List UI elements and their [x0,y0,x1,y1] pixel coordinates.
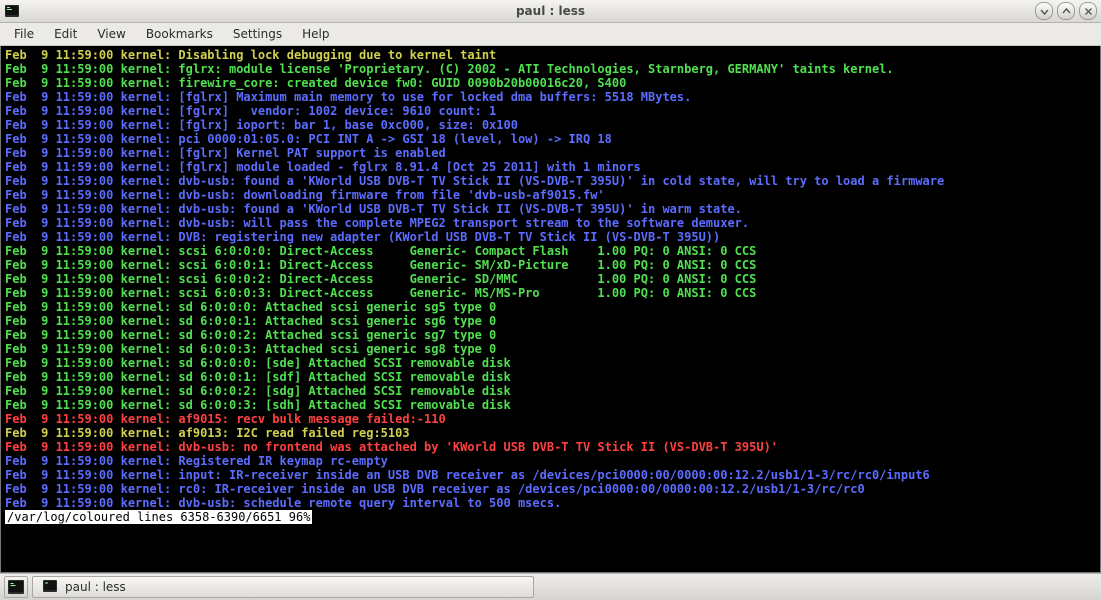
log-line: Feb 9 11:59:00 kernel: dvb-usb: found a … [5,174,1096,188]
menu-help[interactable]: Help [292,25,339,43]
log-line: Feb 9 11:59:00 kernel: sd 6:0:0:3: Attac… [5,342,1096,356]
app-window: paul : less File Edit View Bookmarks Set… [0,0,1101,600]
log-line: Feb 9 11:59:00 kernel: af9015: recv bulk… [5,412,1096,426]
terminal-view[interactable]: Feb 9 11:59:00 kernel: Disabling lock de… [0,46,1101,573]
taskbar-entry-label: paul : less [65,580,126,594]
log-line: Feb 9 11:59:00 kernel: dvb-usb: found a … [5,202,1096,216]
terminal-icon [43,580,57,594]
app-icon [4,3,20,19]
log-line: Feb 9 11:59:00 kernel: dvb-usb: no front… [5,440,1096,454]
window-title: paul : less [0,4,1101,18]
log-line: Feb 9 11:59:00 kernel: DVB: registering … [5,230,1096,244]
menu-edit[interactable]: Edit [44,25,87,43]
log-line: Feb 9 11:59:00 kernel: sd 6:0:0:0: [sde]… [5,356,1096,370]
minimize-button[interactable] [1035,2,1053,20]
log-line: Feb 9 11:59:00 kernel: [fglrx] Maximum m… [5,90,1096,104]
taskbar: paul : less [0,573,1101,600]
taskbar-terminal-launcher[interactable] [4,576,28,598]
window-controls [1035,2,1097,20]
log-line: Feb 9 11:59:00 kernel: scsi 6:0:0:3: Dir… [5,286,1096,300]
log-line: Feb 9 11:59:00 kernel: scsi 6:0:0:2: Dir… [5,272,1096,286]
log-line: Feb 9 11:59:00 kernel: [fglrx] vendor: 1… [5,104,1096,118]
log-line: Feb 9 11:59:00 kernel: input: IR-receive… [5,468,1096,482]
log-line: Feb 9 11:59:00 kernel: dvb-usb: schedule… [5,496,1096,510]
maximize-button[interactable] [1057,2,1075,20]
menu-file[interactable]: File [4,25,44,43]
log-line: Feb 9 11:59:00 kernel: [fglrx] Kernel PA… [5,146,1096,160]
log-line: Feb 9 11:59:00 kernel: Disabling lock de… [5,48,1096,62]
taskbar-entry[interactable]: paul : less [32,576,534,598]
log-line: Feb 9 11:59:00 kernel: dvb-usb: will pas… [5,216,1096,230]
log-line: Feb 9 11:59:00 kernel: sd 6:0:0:2: [sdg]… [5,384,1096,398]
log-line: Feb 9 11:59:00 kernel: sd 6:0:0:1: [sdf]… [5,370,1096,384]
log-line: Feb 9 11:59:00 kernel: Registered IR key… [5,454,1096,468]
log-line: Feb 9 11:59:00 kernel: firewire_core: cr… [5,76,1096,90]
log-line: Feb 9 11:59:00 kernel: sd 6:0:0:1: Attac… [5,314,1096,328]
log-line: Feb 9 11:59:00 kernel: pci 0000:01:05.0:… [5,132,1096,146]
log-line: Feb 9 11:59:00 kernel: sd 6:0:0:0: Attac… [5,300,1096,314]
menubar: File Edit View Bookmarks Settings Help [0,23,1101,46]
log-line: Feb 9 11:59:00 kernel: [fglrx] ioport: b… [5,118,1096,132]
menu-view[interactable]: View [87,25,135,43]
log-line: Feb 9 11:59:00 kernel: fglrx: module lic… [5,62,1096,76]
log-line: Feb 9 11:59:00 kernel: scsi 6:0:0:0: Dir… [5,244,1096,258]
log-line: Feb 9 11:59:00 kernel: scsi 6:0:0:1: Dir… [5,258,1096,272]
menu-bookmarks[interactable]: Bookmarks [136,25,223,43]
less-status-line: /var/log/coloured lines 6358-6390/6651 9… [5,510,1096,524]
log-line: Feb 9 11:59:00 kernel: rc0: IR-receiver … [5,482,1096,496]
menu-settings[interactable]: Settings [223,25,292,43]
titlebar[interactable]: paul : less [0,0,1101,23]
log-line: Feb 9 11:59:00 kernel: dvb-usb: download… [5,188,1096,202]
log-line: Feb 9 11:59:00 kernel: sd 6:0:0:2: Attac… [5,328,1096,342]
log-line: Feb 9 11:59:00 kernel: sd 6:0:0:3: [sdh]… [5,398,1096,412]
close-button[interactable] [1079,2,1097,20]
log-line: Feb 9 11:59:00 kernel: af9013: I2C read … [5,426,1096,440]
log-line: Feb 9 11:59:00 kernel: [fglrx] module lo… [5,160,1096,174]
